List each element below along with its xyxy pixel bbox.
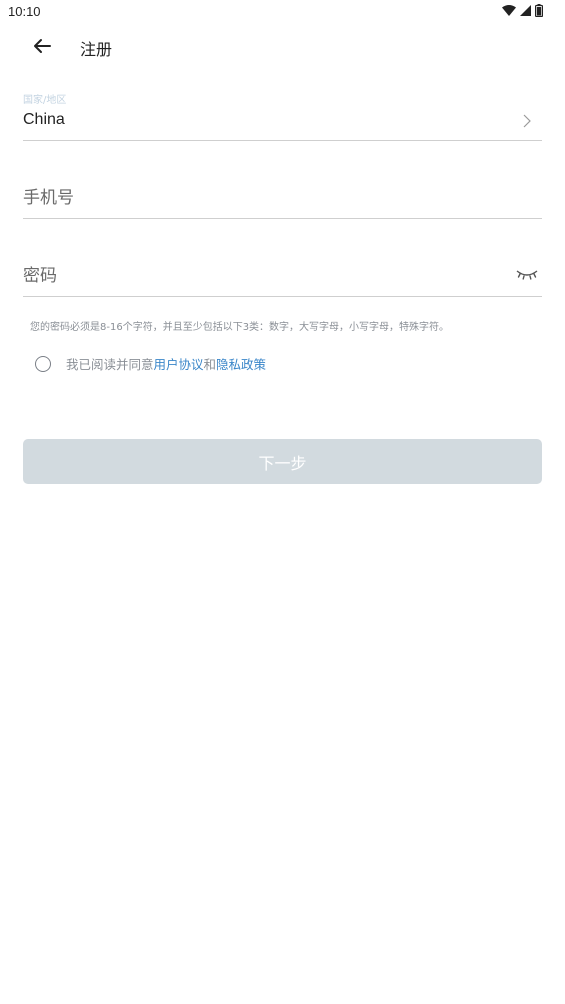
- password-input[interactable]: [23, 262, 493, 290]
- agreement-conjunction: 和: [203, 357, 217, 372]
- agreement-row: 我已阅读并同意用户协议和隐私政策: [35, 354, 266, 373]
- agreement-prefix: 我已阅读并同意: [66, 357, 154, 372]
- password-hint: 您的密码必须是8-16个字符，并且至少包括以下3类：数字，大写字母，小写字母，特…: [30, 322, 450, 333]
- user-agreement-link[interactable]: 用户协议: [154, 357, 204, 372]
- status-time: 10:10: [8, 4, 41, 19]
- page-title: 注册: [80, 40, 113, 59]
- agreement-text: 我已阅读并同意用户协议和隐私政策: [66, 354, 266, 373]
- app-bar: 注册: [0, 24, 565, 68]
- wifi-icon: [502, 5, 516, 16]
- battery-icon: [535, 4, 543, 17]
- eye-off-icon[interactable]: [516, 266, 538, 282]
- agreement-checkbox[interactable]: [35, 355, 51, 372]
- phone-field: [23, 178, 542, 219]
- phone-input[interactable]: [23, 184, 493, 212]
- password-field: [23, 256, 542, 297]
- chevron-right-icon: [523, 114, 531, 128]
- region-label: 国家/地区: [23, 95, 67, 106]
- signal-icon: [520, 5, 531, 16]
- region-selector[interactable]: 国家/地区 China: [23, 88, 542, 141]
- status-bar: 10:10: [0, 0, 565, 24]
- privacy-policy-link[interactable]: 隐私政策: [216, 357, 266, 372]
- status-icons: [502, 4, 543, 17]
- next-button[interactable]: 下一步: [23, 439, 542, 484]
- region-value: China: [23, 111, 65, 128]
- arrow-left-icon[interactable]: [30, 34, 54, 58]
